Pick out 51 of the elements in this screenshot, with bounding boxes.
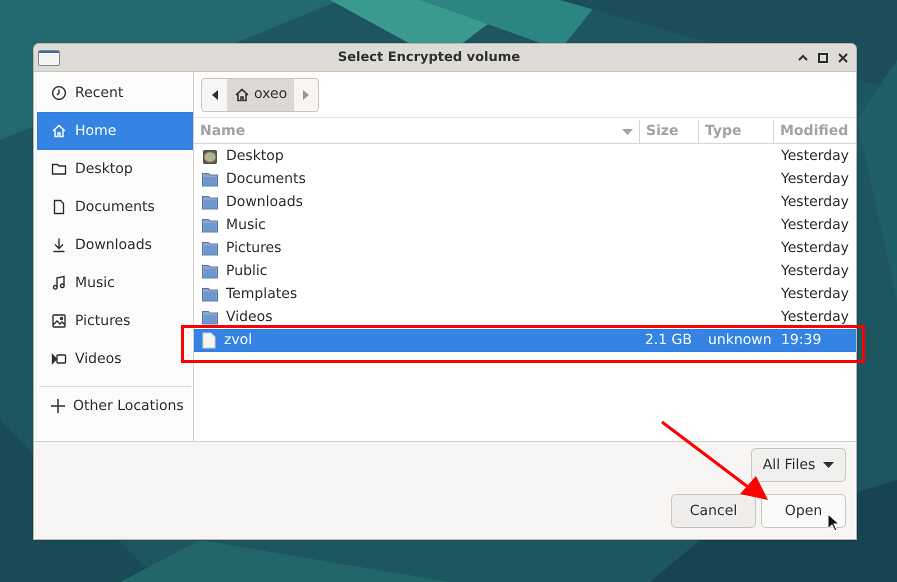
video-camera-icon xyxy=(51,351,67,367)
file-row[interactable]: Templates Yesterday xyxy=(194,283,856,306)
sidebar-item[interactable]: Documents xyxy=(37,188,193,226)
folder-icon xyxy=(202,172,218,187)
folder-icon xyxy=(202,241,218,256)
close-icon[interactable] xyxy=(838,52,848,62)
file-row[interactable]: Downloads Yesterday xyxy=(194,191,856,214)
sort-arrow-icon xyxy=(622,128,633,134)
download-icon xyxy=(51,237,67,253)
right-triangle-icon xyxy=(303,90,310,100)
image-icon xyxy=(51,313,67,329)
caret-icon xyxy=(823,462,834,468)
file-row[interactable]: zvol 2.1 GB unknown 19:39 xyxy=(194,329,856,352)
minimize-icon[interactable] xyxy=(798,54,808,62)
file-row[interactable]: Music Yesterday xyxy=(194,214,856,237)
file-icon xyxy=(202,332,216,349)
left-triangle-icon xyxy=(212,90,218,100)
sidebar-item[interactable]: Pictures xyxy=(37,302,193,340)
music-note-icon xyxy=(51,275,67,291)
folder-icon xyxy=(202,264,218,279)
maximize-icon[interactable] xyxy=(818,52,828,62)
folder-icon xyxy=(202,195,218,210)
window-icon xyxy=(38,50,60,66)
sidebar-item[interactable]: Recent xyxy=(37,74,193,112)
sidebar-item[interactable]: Home xyxy=(37,112,193,150)
dialog-button[interactable]: Cancel xyxy=(671,494,756,528)
desktop-icon xyxy=(202,148,218,164)
clock-icon xyxy=(51,85,67,101)
file-row[interactable]: Desktop Yesterday xyxy=(194,145,856,168)
document-icon xyxy=(51,199,67,215)
file-row[interactable]: Documents Yesterday xyxy=(194,168,856,191)
window-title: Select Encrypted volume xyxy=(336,48,522,67)
sidebar-item[interactable]: Other Locations xyxy=(37,387,193,425)
mouse-cursor-icon xyxy=(827,513,839,532)
plus-icon xyxy=(51,399,65,413)
sidebar-item[interactable]: Desktop xyxy=(37,150,193,188)
path-segment[interactable]: oxeo xyxy=(227,78,294,110)
filter-dropdown[interactable]: All Files xyxy=(751,448,846,482)
dialog-button[interactable]: Open xyxy=(761,494,846,528)
file-row[interactable]: Pictures Yesterday xyxy=(194,237,856,260)
sidebar-item[interactable]: Downloads xyxy=(37,226,193,264)
folder-icon xyxy=(202,218,218,233)
sidebar-item[interactable]: Videos xyxy=(37,340,193,378)
file-row[interactable]: Videos Yesterday xyxy=(194,306,856,329)
folder-icon xyxy=(202,287,218,302)
file-row[interactable]: Public Yesterday xyxy=(194,260,856,283)
sidebar-item[interactable]: Music xyxy=(37,264,193,302)
home-icon xyxy=(234,86,250,102)
home-icon xyxy=(51,123,67,139)
folder-icon xyxy=(202,310,218,325)
folder-icon xyxy=(51,161,67,177)
